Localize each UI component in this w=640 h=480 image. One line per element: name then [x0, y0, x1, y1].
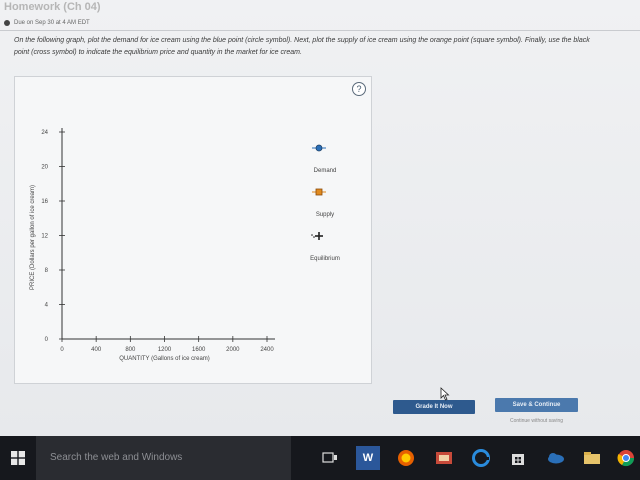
y-axis-title: PRICE (Dollars per gallon of ice cream)	[30, 185, 36, 290]
store-icon[interactable]	[506, 446, 530, 470]
x-axis-title: QUANTITY (Gallons of ice cream)	[119, 356, 210, 362]
x-tick-label: 2400	[260, 347, 274, 353]
onedrive-icon[interactable]	[543, 446, 567, 470]
edge-icon[interactable]	[469, 446, 493, 470]
photos-icon[interactable]	[432, 446, 456, 470]
graph-panel: 0 400 800 1200 1600 2000 2400 0 4 8 12 16 20 24 QUANTI…	[14, 76, 372, 384]
y-tick-label: 20	[41, 165, 48, 171]
x-tick-label: 1200	[158, 347, 172, 353]
chrome-icon[interactable]	[614, 446, 638, 470]
due-date-text: Due on Sep 30 at 4 AM EDT	[14, 20, 90, 26]
title-divider	[0, 30, 640, 31]
equilibrium-dot-icon	[311, 234, 313, 236]
continue-without-saving-link[interactable]: Continue without saving	[495, 418, 578, 424]
windows-start-icon[interactable]	[0, 436, 36, 480]
x-tick-label: 2000	[226, 347, 240, 353]
assignment-title: Homework (Ch 04)	[4, 1, 101, 13]
x-tick-label: 1600	[192, 347, 206, 353]
y-tick-label: 12	[41, 234, 48, 240]
mouse-cursor-icon	[440, 387, 450, 401]
equilibrium-dot-icon	[313, 236, 315, 238]
x-tick-label: 400	[91, 347, 102, 353]
homework-page: Homework (Ch 04) Due on Sep 30 at 4 AM E…	[0, 0, 640, 436]
y-tick-label: 0	[45, 337, 49, 343]
taskbar-search-input[interactable]: Search the web and Windows	[36, 436, 291, 480]
task-view-icon[interactable]	[318, 446, 342, 470]
grade-it-now-button[interactable]: Grade It Now	[393, 400, 475, 414]
tool-label-demand: Demand	[314, 168, 337, 174]
supply-point-tool[interactable]	[315, 188, 323, 196]
save-and-continue-button[interactable]: Save & Continue	[495, 398, 578, 412]
firefox-icon[interactable]	[394, 446, 418, 470]
x-tick-label: 800	[125, 347, 136, 353]
demand-point-tool[interactable]	[315, 144, 323, 152]
y-tick-label: 16	[41, 199, 48, 205]
clock-icon	[4, 20, 10, 26]
due-date-row: Due on Sep 30 at 4 AM EDT	[4, 20, 90, 26]
tool-label-equilibrium: Equilibrium	[310, 256, 340, 262]
y-tick-label: 8	[45, 268, 49, 274]
y-tick-label: 4	[45, 303, 49, 309]
y-tick-label: 24	[41, 130, 48, 136]
help-icon[interactable]: ?	[352, 82, 366, 96]
word-icon[interactable]: W	[356, 446, 380, 470]
x-tick-label: 0	[60, 347, 64, 353]
supply-demand-graph[interactable]: 0 400 800 1200 1600 2000 2400 0 4 8 12 16 20 24 QUANTI…	[15, 77, 373, 385]
file-explorer-icon[interactable]	[580, 446, 604, 470]
tool-label-supply: Supply	[316, 212, 334, 218]
instructions-text: On the following graph, plot the demand …	[14, 37, 590, 56]
